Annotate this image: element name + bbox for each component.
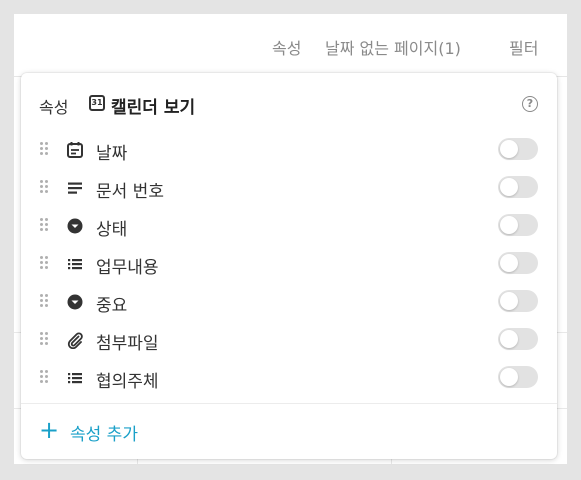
property-label: 협의주체 [96, 372, 159, 392]
calendar-date-icon [66, 141, 84, 159]
view-toolbar: 속성 날짜 없는 페이지(1) 필터 [14, 14, 567, 77]
property-visibility-toggle[interactable] [498, 138, 538, 160]
property-visibility-toggle[interactable] [498, 252, 538, 274]
list-icon [66, 255, 84, 273]
drag-handle-icon[interactable] [40, 294, 50, 308]
property-row: 첨부파일 [21, 321, 557, 358]
drag-handle-icon[interactable] [40, 180, 50, 194]
help-circle-icon[interactable]: ? [522, 96, 538, 112]
text-lines-icon [66, 179, 84, 197]
popup-header: 속성 31 캘린더 보기 ? [21, 73, 557, 131]
property-row: 협의주체 [21, 359, 557, 396]
toolbar-no-date-pages-button[interactable]: 날짜 없는 페이지(1) [325, 35, 461, 59]
drag-handle-icon[interactable] [40, 256, 50, 270]
toggle-knob [500, 368, 518, 386]
drag-handle-icon[interactable] [40, 370, 50, 384]
toggle-knob [500, 140, 518, 158]
add-property-label: 속성 추가 [70, 425, 138, 445]
property-row: 날짜 [21, 131, 557, 168]
toolbar-filter-button[interactable]: 필터 [509, 35, 538, 59]
paperclip-icon [66, 331, 84, 350]
list-icon [66, 369, 84, 387]
property-row: 문서 번호 [21, 169, 557, 206]
property-label: 첨부파일 [96, 334, 159, 354]
drag-handle-icon[interactable] [40, 142, 50, 156]
property-label: 상태 [96, 220, 128, 240]
select-circle-icon [66, 217, 84, 235]
calendar-icon: 31 [89, 95, 105, 111]
drag-handle-icon[interactable] [40, 332, 50, 346]
toggle-knob [500, 216, 518, 234]
property-row: 중요 [21, 283, 557, 320]
property-visibility-toggle[interactable] [498, 176, 538, 198]
drag-handle-icon[interactable] [40, 218, 50, 232]
property-label: 문서 번호 [96, 182, 164, 202]
property-visibility-toggle[interactable] [498, 214, 538, 236]
toolbar-properties-button[interactable]: 속성 [272, 35, 301, 59]
property-label: 중요 [96, 296, 128, 316]
toggle-knob [500, 330, 518, 348]
property-visibility-toggle[interactable] [498, 366, 538, 388]
plus-icon: + [39, 416, 60, 444]
toggle-knob [500, 292, 518, 310]
properties-popup: 속성 31 캘린더 보기 ? 날짜문서 번호상태업무내용중요첨부파일협의주체 +… [21, 73, 557, 459]
property-visibility-toggle[interactable] [498, 290, 538, 312]
toggle-knob [500, 254, 518, 272]
popup-view-title: 캘린더 보기 [111, 98, 196, 118]
toggle-knob [500, 178, 518, 196]
property-label: 업무내용 [96, 258, 159, 278]
popup-property-label: 속성 [39, 98, 69, 117]
select-circle-icon [66, 293, 84, 311]
property-label: 날짜 [96, 144, 128, 164]
property-visibility-toggle[interactable] [498, 328, 538, 350]
property-row: 상태 [21, 207, 557, 244]
popup-divider [21, 403, 557, 404]
property-row: 업무내용 [21, 245, 557, 282]
